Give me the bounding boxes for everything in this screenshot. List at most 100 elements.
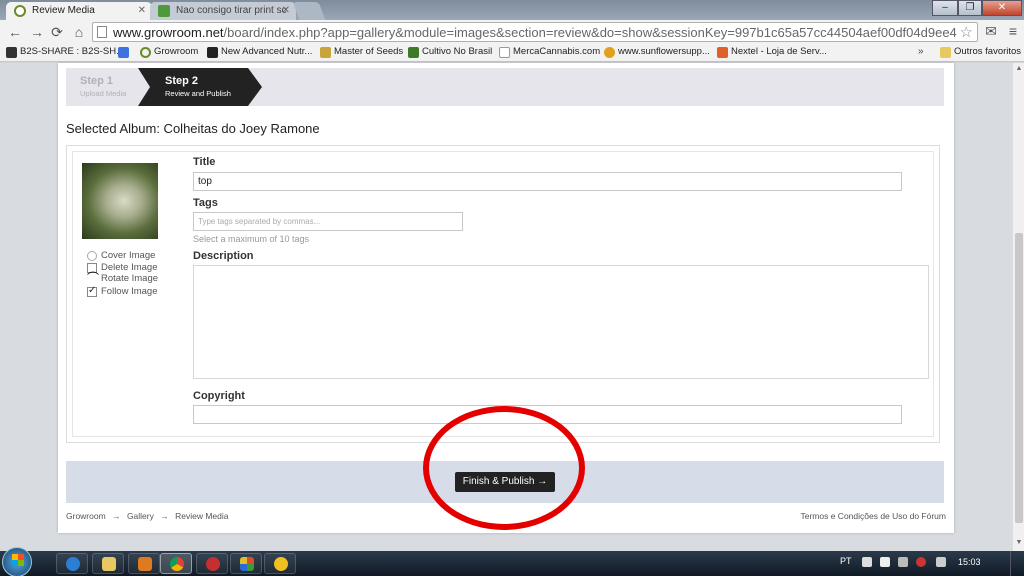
tab-strip: Review Media ✕ Nao consigo tirar print s… [0, 0, 1024, 20]
bookmark-growroom[interactable]: Growroom [140, 46, 198, 58]
bookmark-cultivo-no-brasil[interactable]: Cultivo No Brasil [408, 46, 492, 58]
tags-input[interactable] [193, 212, 463, 231]
app-icon [206, 557, 220, 571]
title-label: Title [193, 156, 216, 168]
bookmark-nextel[interactable]: Nextel - Loja de Serv... [717, 46, 827, 58]
rotate-icon[interactable]: ⌒ [87, 272, 99, 284]
taskbar-media-player[interactable] [128, 553, 160, 574]
taskbar-ie[interactable] [56, 553, 88, 574]
finish-publish-button[interactable]: Finish & Publish → [455, 472, 555, 492]
breadcrumb-review-media[interactable]: Review Media [175, 511, 228, 521]
flag-icon[interactable] [880, 557, 890, 567]
action-bar: Finish & Publish → [66, 461, 944, 503]
tab-close-icon[interactable]: ✕ [282, 5, 290, 16]
gmail-extension-icon[interactable]: ✉ [982, 23, 1000, 41]
volume-icon[interactable] [936, 557, 946, 567]
image-edit-inner: Cover Image Delete Image ⌒ Rotate Image … [72, 151, 934, 437]
terms-link[interactable]: Termos e Condições de Uso do Fórum [800, 511, 946, 521]
bookmark-sunflowersupply[interactable]: www.sunflowersupp... [604, 46, 710, 58]
bookmark-mercacannabis[interactable]: MercaCannabis.com [499, 46, 600, 58]
forward-arrow-icon[interactable]: → [28, 23, 46, 41]
taskbar-explorer[interactable] [92, 553, 124, 574]
clock[interactable]: 15:03 [958, 557, 981, 567]
step-subtitle: Upload Media [80, 89, 127, 98]
tray-expand-icon[interactable] [862, 557, 872, 567]
bookmark-master-of-seeds[interactable]: Master of Seeds [320, 46, 403, 58]
image-edit-box: Cover Image Delete Image ⌒ Rotate Image … [66, 145, 940, 443]
app-icon [240, 557, 254, 571]
app-icon [274, 557, 288, 571]
taskbar-app-6[interactable] [230, 553, 262, 574]
tags-label: Tags [193, 197, 218, 209]
breadcrumb-growroom[interactable]: Growroom [66, 511, 106, 521]
taskbar-app-5[interactable] [196, 553, 228, 574]
taskbar-chrome[interactable] [160, 553, 192, 574]
scroll-up-arrow-icon[interactable]: ▲ [1015, 65, 1023, 72]
follow-checkbox[interactable] [87, 285, 97, 297]
tags-hint: Select a maximum of 10 tags [193, 234, 310, 244]
breadcrumb-gallery[interactable]: Gallery [127, 511, 154, 521]
windows-taskbar: PT 15:03 [0, 547, 1024, 576]
bookmark-star-icon[interactable]: ☆ [960, 23, 973, 41]
step-2: Step 2 Review and Publish [138, 68, 262, 106]
folder-icon [102, 557, 116, 571]
option-label: Follow Image [101, 286, 158, 297]
new-tab-button[interactable] [292, 2, 326, 20]
folder-icon [940, 47, 951, 58]
b2s-icon [6, 47, 17, 58]
option-label: Rotate Image [101, 273, 159, 284]
home-icon[interactable]: ⌂ [70, 23, 88, 41]
tab-close-icon[interactable]: ✕ [138, 5, 146, 16]
bookmark-new-advanced[interactable]: New Advanced Nutr... [207, 46, 312, 58]
tab-nao-consigo[interactable]: Nao consigo tirar print sc ✕ [150, 2, 296, 20]
nextel-icon [717, 47, 728, 58]
scrollbar-thumb[interactable] [1015, 233, 1023, 523]
nutrients-icon [207, 47, 218, 58]
copyright-label: Copyright [193, 390, 245, 402]
tray-app-icon[interactable] [916, 557, 926, 567]
url-text[interactable]: www.growroom.net/board/index.php?app=gal… [113, 25, 957, 40]
cover-image-option[interactable]: Cover Image [87, 250, 155, 261]
network-icon[interactable] [898, 557, 908, 567]
bookmark-b2s-share[interactable]: B2S-SHARE : B2S-SH... [6, 46, 124, 58]
maximize-icon[interactable]: ❐ [958, 0, 982, 16]
other-bookmarks-folder[interactable]: Outros favoritos [940, 46, 1021, 58]
scroll-down-arrow-icon[interactable]: ▼ [1015, 539, 1023, 546]
minimize-icon[interactable]: – [932, 0, 958, 16]
show-desktop-button[interactable] [1010, 551, 1024, 576]
address-bar[interactable]: www.growroom.net/board/index.php?app=gal… [92, 22, 978, 42]
chrome-icon [170, 557, 184, 571]
title-input[interactable] [193, 172, 902, 191]
leaf-icon [408, 47, 419, 58]
bookmarks-overflow-chevron[interactable]: » [918, 46, 924, 57]
reload-icon[interactable]: ⟳ [48, 23, 66, 41]
wizard-steps: Step 1 Upload Media Step 2 Review and Pu… [66, 68, 944, 106]
page-scrollbar[interactable]: ▲ ▼ [1012, 63, 1024, 551]
taskbar-app-7[interactable] [264, 553, 296, 574]
follow-image-option[interactable]: Follow Image [87, 285, 158, 297]
menu-icon[interactable]: ≡ [1004, 23, 1022, 41]
copyright-input[interactable] [193, 405, 902, 424]
image-thumbnail [82, 163, 158, 239]
google-icon [118, 47, 129, 58]
tab-review-media[interactable]: Review Media ✕ [6, 2, 152, 20]
description-textarea[interactable] [193, 265, 929, 379]
page-icon [499, 47, 510, 58]
breadcrumb-separator: → [160, 511, 169, 521]
rotate-image-option[interactable]: ⌒ Rotate Image [87, 272, 159, 284]
tab-title: Review Media [32, 5, 95, 16]
internet-explorer-icon [66, 557, 80, 571]
close-window-icon[interactable]: ✕ [982, 0, 1022, 16]
breadcrumb: Growroom → Gallery → Review Media [66, 511, 233, 521]
cover-radio[interactable] [87, 251, 97, 261]
browser-toolbar: ← → ⟳ ⌂ www.growroom.net/board/index.php… [0, 20, 1024, 44]
review-media-panel: Step 1 Upload Media Step 2 Review and Pu… [58, 63, 954, 533]
back-arrow-icon[interactable]: ← [6, 23, 24, 41]
language-indicator[interactable]: PT [840, 556, 852, 566]
start-button[interactable] [2, 547, 32, 576]
step-1: Step 1 Upload Media [66, 68, 138, 106]
description-label: Description [193, 250, 254, 262]
media-player-icon [138, 557, 152, 571]
windows-logo-icon [12, 554, 24, 566]
step-title: Step 1 [80, 75, 114, 87]
